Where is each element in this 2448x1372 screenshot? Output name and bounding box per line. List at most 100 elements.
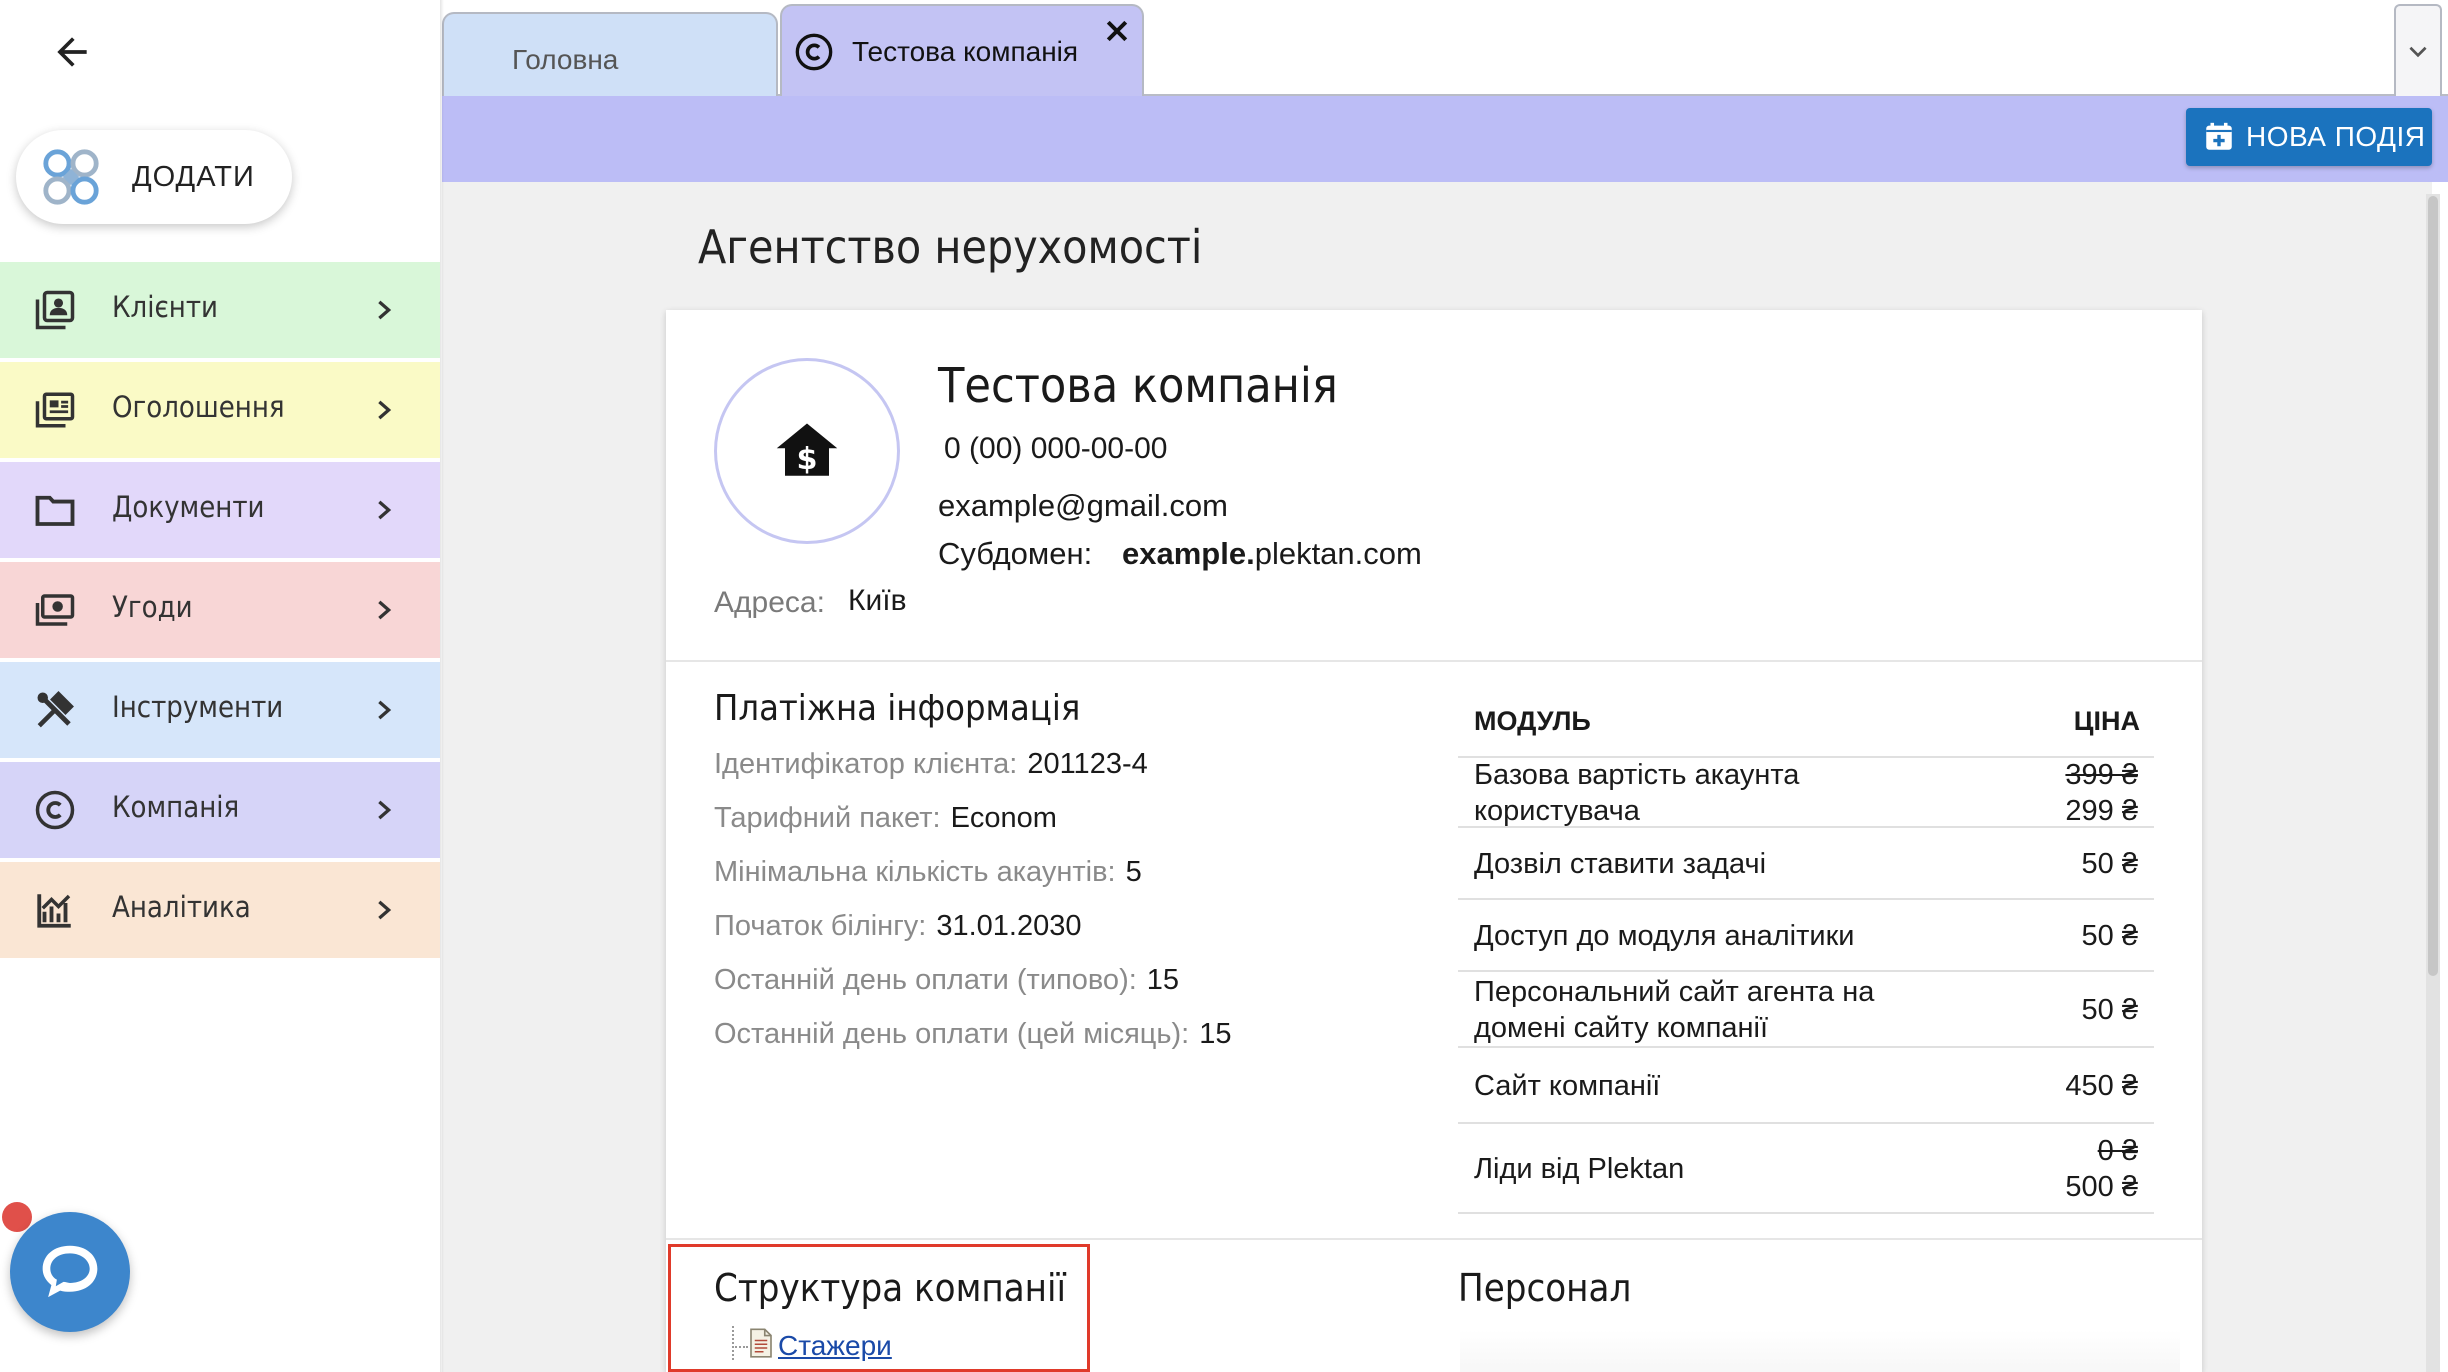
module-current-price: 50 ₴ — [2081, 920, 2138, 952]
billing-value: 31.01.2030 — [936, 910, 1082, 942]
chevron-right-icon — [370, 692, 398, 728]
copyright-icon — [34, 789, 76, 831]
sidebar-item-label: Інструменти — [112, 690, 284, 724]
billing-label: Мінімальна кількість акаунтів: — [714, 856, 1116, 888]
module-name-line: Ліди від Plektan — [1474, 1153, 1685, 1185]
module-row: Ліди від Plektan 0 ₴ 500 ₴ — [1458, 1122, 2154, 1212]
module-row: Базова вартість акаунта користувача 399 ₴ 2… — [1458, 756, 2154, 829]
billing-row: Ідентифікатор клієнта: 201123-4 — [714, 748, 1148, 781]
money-icon — [34, 589, 76, 631]
chevron-right-icon — [370, 392, 398, 428]
module-row: Персональний сайт агента на домені сайту … — [1458, 970, 2154, 1046]
module-current-price: 50 ₴ — [2081, 994, 2138, 1026]
module-price: 0 ₴ 500 ₴ — [2065, 1133, 2138, 1205]
back-button[interactable] — [44, 24, 100, 80]
billing-label: Останній день оплати (цей місяць): — [714, 1018, 1190, 1050]
analytics-icon — [34, 889, 76, 931]
sidebar-item-3[interactable]: Угоди — [0, 562, 440, 658]
chevron-right-icon — [370, 792, 398, 828]
module-name-line: Доступ до модуля аналітики — [1474, 920, 1855, 952]
sidebar-item-2[interactable]: Документи — [0, 462, 440, 558]
address-label: Адреса: — [714, 586, 825, 619]
sidebar-item-label: Угоди — [112, 590, 193, 624]
tree-connector — [732, 1326, 734, 1360]
sidebar-item-4[interactable]: Інструменти — [0, 662, 440, 758]
new-event-label: НОВА ПОДІЯ — [2246, 121, 2426, 152]
company-avatar[interactable]: $ — [714, 358, 900, 544]
chevron-right-icon — [370, 892, 398, 928]
module-row: Доступ до модуля аналітики 50 ₴ — [1458, 898, 2154, 970]
module-price: 50 ₴ — [2082, 992, 2138, 1028]
sidebar-item-label: Компанія — [112, 790, 240, 824]
module-name-line: користувача — [1474, 795, 1640, 827]
plektan-logo-icon — [43, 149, 99, 205]
module-name: Персональний сайт агента на домені сайту … — [1474, 974, 1874, 1046]
page-title: Агентство нерухомості — [698, 220, 1203, 274]
module-price: 450 ₴ — [2065, 1068, 2138, 1104]
billing-label: Останній день оплати (типово): — [714, 964, 1137, 996]
house-dollar-icon: $ — [776, 423, 838, 477]
modules-table-bottom-border — [1458, 1212, 2154, 1214]
tab-company[interactable]: Тестова компанія — [780, 4, 1144, 96]
sidebar-item-1[interactable]: Оголошення — [0, 362, 440, 458]
billing-title: Платіжна інформація — [714, 688, 1081, 729]
tree-connector — [732, 1346, 748, 1348]
sidebar-item-6[interactable]: Аналітика — [0, 862, 440, 958]
subdomain-rest: plektan.com — [1254, 536, 1422, 571]
module-name: Доступ до модуля аналітики — [1474, 918, 1854, 954]
billing-label: Тарифний пакет: — [714, 802, 941, 834]
module-name: Дозвіл ставити задачі — [1474, 846, 1766, 882]
billing-value: 5 — [1125, 856, 1142, 888]
billing-row: Початок білінгу: 31.01.2030 — [714, 910, 1082, 943]
sidebar-item-label: Оголошення — [112, 390, 285, 424]
notification-dot — [2, 1202, 32, 1232]
section-divider — [666, 1238, 2202, 1240]
module-name: Ліди від Plektan — [1474, 1151, 1684, 1187]
module-row: Сайт компанії 450 ₴ — [1458, 1046, 2154, 1122]
module-current-price: 299 ₴ — [2065, 795, 2138, 827]
add-button[interactable]: ДОДАТИ — [16, 130, 292, 224]
tabs-dropdown-button[interactable] — [2394, 4, 2442, 96]
subdomain-value: example.plektan.com — [1122, 536, 1422, 572]
modules-header-name: МОДУЛЬ — [1474, 706, 1591, 736]
scrollbar-thumb[interactable] — [2428, 196, 2438, 976]
company-name: Тестова компанія — [938, 358, 1338, 414]
modules-header-price: ЦІНА — [2073, 706, 2140, 736]
new-event-button[interactable]: НОВА ПОДІЯ — [2186, 108, 2432, 166]
tools-icon — [34, 689, 76, 731]
calendar-add-icon — [2206, 122, 2232, 150]
chevron-right-icon — [370, 292, 398, 328]
billing-row: Мінімальна кількість акаунтів: 5 — [714, 856, 1142, 889]
address-value: Київ — [848, 584, 907, 617]
billing-row: Останній день оплати (типово): 15 — [714, 964, 1179, 997]
module-name-line: Сайт компанії — [1474, 1070, 1661, 1102]
sidebar-menu: Клієнти Оголошення Документи Угоди Інструмен… — [0, 262, 440, 962]
billing-label: Ідентифікатор клієнта: — [714, 748, 1018, 780]
sidebar-item-5[interactable]: Компанія — [0, 762, 440, 858]
billing-row: Тарифний пакет: Econom — [714, 802, 1057, 835]
subdomain-label: Субдомен: — [938, 536, 1093, 571]
sidebar-item-0[interactable]: Клієнти — [0, 262, 440, 358]
structure-item-interns[interactable]: Стажери — [778, 1330, 892, 1362]
module-old-price: 0 ₴ — [2097, 1135, 2138, 1167]
section-divider — [666, 660, 2202, 662]
billing-value: 15 — [1146, 964, 1180, 996]
module-old-price: 399 ₴ — [2065, 759, 2138, 791]
company-phone: 0 (00) 000-00-00 — [944, 432, 1168, 465]
arrow-left-icon — [57, 37, 87, 67]
chat-button[interactable] — [10, 1212, 130, 1332]
svg-text:$: $ — [796, 442, 817, 477]
module-name: Базова вартість акаунта користувача — [1474, 757, 1799, 829]
sidebar-shadow — [440, 0, 444, 1372]
sidebar-item-label: Аналітика — [112, 890, 251, 924]
tab-company-label: Тестова компанія — [852, 36, 1079, 67]
module-current-price: 50 ₴ — [2081, 848, 2138, 880]
sidebar-item-label: Документи — [112, 490, 265, 524]
module-name-line: Базова вартість акаунта — [1474, 759, 1800, 791]
content-fade — [1460, 1330, 2180, 1372]
tab-home[interactable]: Головна — [442, 12, 778, 96]
module-name-line: Дозвіл ставити задачі — [1474, 848, 1767, 880]
close-icon[interactable] — [1102, 16, 1132, 46]
folder-icon — [34, 489, 76, 531]
module-current-price: 450 ₴ — [2065, 1070, 2138, 1102]
